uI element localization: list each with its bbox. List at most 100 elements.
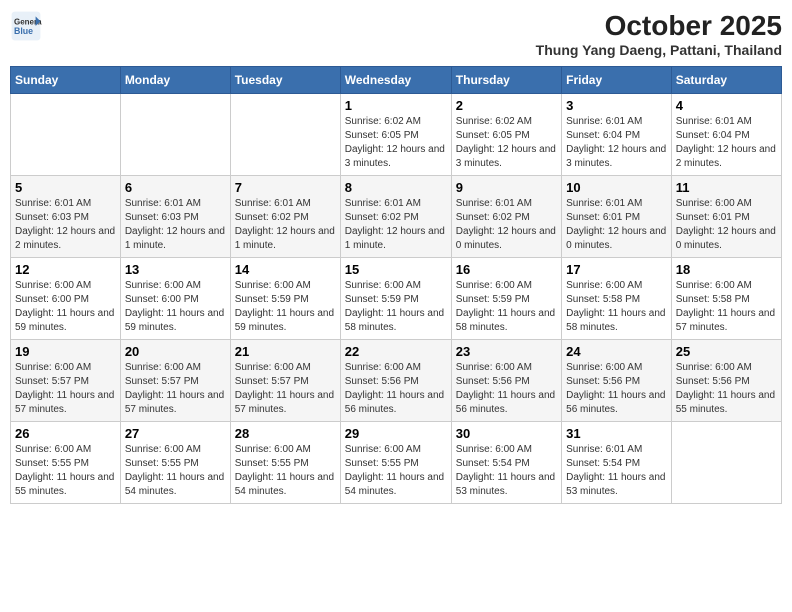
calendar-cell: 27 Sunrise: 6:00 AM Sunset: 5:55 PM Dayli… (120, 422, 230, 504)
day-info: Sunrise: 6:02 AM Sunset: 6:05 PM Dayligh… (456, 115, 557, 171)
day-info: Sunrise: 6:00 AM Sunset: 5:55 PM Dayligh… (345, 443, 447, 499)
day-number: 29 (345, 426, 447, 441)
title-block: October 2025 Thung Yang Daeng, Pattani, … (536, 10, 782, 58)
header-tuesday: Tuesday (230, 67, 340, 94)
logo-icon: General Blue (10, 10, 42, 42)
day-number: 26 (15, 426, 116, 441)
calendar-week-row: 1 Sunrise: 6:02 AM Sunset: 6:05 PM Daylig… (11, 94, 782, 176)
day-number: 2 (456, 98, 557, 113)
calendar-cell (11, 94, 121, 176)
page-header: General Blue October 2025 Thung Yang Dae… (10, 10, 782, 58)
day-number: 8 (345, 180, 447, 195)
day-info: Sunrise: 6:00 AM Sunset: 5:56 PM Dayligh… (566, 361, 667, 417)
day-number: 18 (676, 262, 777, 277)
day-info: Sunrise: 6:02 AM Sunset: 6:05 PM Dayligh… (345, 115, 447, 171)
calendar-cell: 22 Sunrise: 6:00 AM Sunset: 5:56 PM Dayli… (340, 340, 451, 422)
calendar-cell: 19 Sunrise: 6:00 AM Sunset: 5:57 PM Dayli… (11, 340, 121, 422)
day-info: Sunrise: 6:00 AM Sunset: 5:57 PM Dayligh… (235, 361, 336, 417)
day-number: 23 (456, 344, 557, 359)
day-number: 17 (566, 262, 667, 277)
day-number: 3 (566, 98, 667, 113)
day-number: 4 (676, 98, 777, 113)
day-info: Sunrise: 6:00 AM Sunset: 5:59 PM Dayligh… (345, 279, 447, 335)
calendar-cell: 14 Sunrise: 6:00 AM Sunset: 5:59 PM Dayli… (230, 258, 340, 340)
day-info: Sunrise: 6:01 AM Sunset: 6:02 PM Dayligh… (235, 197, 336, 253)
calendar-cell: 11Sunrise: 6:00 AM Sunset: 6:01 PM Dayli… (671, 176, 781, 258)
calendar-cell: 3 Sunrise: 6:01 AM Sunset: 6:04 PM Daylig… (562, 94, 672, 176)
day-info: Sunrise: 6:00 AM Sunset: 5:57 PM Dayligh… (15, 361, 116, 417)
calendar-cell: 10Sunrise: 6:01 AM Sunset: 6:01 PM Dayli… (562, 176, 672, 258)
calendar-cell (671, 422, 781, 504)
day-info: Sunrise: 6:00 AM Sunset: 5:59 PM Dayligh… (456, 279, 557, 335)
day-info: Sunrise: 6:00 AM Sunset: 5:54 PM Dayligh… (456, 443, 557, 499)
logo: General Blue (10, 10, 42, 42)
calendar-cell: 2 Sunrise: 6:02 AM Sunset: 6:05 PM Daylig… (451, 94, 561, 176)
calendar-cell: 6Sunrise: 6:01 AM Sunset: 6:03 PM Daylig… (120, 176, 230, 258)
calendar-cell: 8 Sunrise: 6:01 AM Sunset: 6:02 PM Daylig… (340, 176, 451, 258)
day-number: 30 (456, 426, 557, 441)
day-number: 19 (15, 344, 116, 359)
day-number: 22 (345, 344, 447, 359)
day-number: 1 (345, 98, 447, 113)
day-info: Sunrise: 6:00 AM Sunset: 5:56 PM Dayligh… (456, 361, 557, 417)
day-number: 15 (345, 262, 447, 277)
day-info: Sunrise: 6:00 AM Sunset: 5:56 PM Dayligh… (676, 361, 777, 417)
day-info: Sunrise: 6:00 AM Sunset: 5:56 PM Dayligh… (345, 361, 447, 417)
day-number: 21 (235, 344, 336, 359)
calendar-cell: 25 Sunrise: 6:00 AM Sunset: 5:56 PM Dayli… (671, 340, 781, 422)
page-title: October 2025 (536, 10, 782, 42)
calendar-cell: 23 Sunrise: 6:00 AM Sunset: 5:56 PM Dayli… (451, 340, 561, 422)
calendar-cell: 28Sunrise: 6:00 AM Sunset: 5:55 PM Dayli… (230, 422, 340, 504)
calendar-cell: 26 Sunrise: 6:00 AM Sunset: 5:55 PM Dayli… (11, 422, 121, 504)
day-number: 27 (125, 426, 226, 441)
day-info: Sunrise: 6:00 AM Sunset: 5:58 PM Dayligh… (566, 279, 667, 335)
day-number: 25 (676, 344, 777, 359)
day-info: Sunrise: 6:01 AM Sunset: 6:03 PM Dayligh… (125, 197, 226, 253)
calendar-cell: 15 Sunrise: 6:00 AM Sunset: 5:59 PM Dayli… (340, 258, 451, 340)
day-info: Sunrise: 6:00 AM Sunset: 5:58 PM Dayligh… (676, 279, 777, 335)
calendar-cell: 9Sunrise: 6:01 AM Sunset: 6:02 PM Daylig… (451, 176, 561, 258)
calendar-cell: 24Sunrise: 6:00 AM Sunset: 5:56 PM Dayli… (562, 340, 672, 422)
day-number: 28 (235, 426, 336, 441)
calendar-cell: 1 Sunrise: 6:02 AM Sunset: 6:05 PM Daylig… (340, 94, 451, 176)
day-number: 9 (456, 180, 557, 195)
calendar-table: SundayMondayTuesdayWednesdayThursdayFrid… (10, 66, 782, 504)
calendar-week-row: 5 Sunrise: 6:01 AM Sunset: 6:03 PM Daylig… (11, 176, 782, 258)
header-thursday: Thursday (451, 67, 561, 94)
calendar-cell: 7Sunrise: 6:01 AM Sunset: 6:02 PM Daylig… (230, 176, 340, 258)
day-info: Sunrise: 6:00 AM Sunset: 5:55 PM Dayligh… (125, 443, 226, 499)
day-number: 5 (15, 180, 116, 195)
header-friday: Friday (562, 67, 672, 94)
calendar-cell: 16 Sunrise: 6:00 AM Sunset: 5:59 PM Dayli… (451, 258, 561, 340)
day-number: 20 (125, 344, 226, 359)
day-info: Sunrise: 6:00 AM Sunset: 5:55 PM Dayligh… (15, 443, 116, 499)
calendar-cell: 18 Sunrise: 6:00 AM Sunset: 5:58 PM Dayli… (671, 258, 781, 340)
day-info: Sunrise: 6:00 AM Sunset: 5:57 PM Dayligh… (125, 361, 226, 417)
svg-text:Blue: Blue (14, 26, 33, 36)
day-info: Sunrise: 6:01 AM Sunset: 6:03 PM Dayligh… (15, 197, 116, 253)
day-number: 16 (456, 262, 557, 277)
day-info: Sunrise: 6:00 AM Sunset: 5:59 PM Dayligh… (235, 279, 336, 335)
calendar-cell: 5 Sunrise: 6:01 AM Sunset: 6:03 PM Daylig… (11, 176, 121, 258)
day-number: 31 (566, 426, 667, 441)
header-monday: Monday (120, 67, 230, 94)
day-number: 10 (566, 180, 667, 195)
calendar-cell: 20 Sunrise: 6:00 AM Sunset: 5:57 PM Dayli… (120, 340, 230, 422)
day-info: Sunrise: 6:00 AM Sunset: 6:00 PM Dayligh… (125, 279, 226, 335)
day-number: 14 (235, 262, 336, 277)
calendar-cell: 4Sunrise: 6:01 AM Sunset: 6:04 PM Daylig… (671, 94, 781, 176)
calendar-week-row: 12 Sunrise: 6:00 AM Sunset: 6:00 PM Dayli… (11, 258, 782, 340)
calendar-week-row: 19 Sunrise: 6:00 AM Sunset: 5:57 PM Dayli… (11, 340, 782, 422)
calendar-cell: 29 Sunrise: 6:00 AM Sunset: 5:55 PM Dayli… (340, 422, 451, 504)
day-info: Sunrise: 6:01 AM Sunset: 6:02 PM Dayligh… (345, 197, 447, 253)
day-info: Sunrise: 6:01 AM Sunset: 6:04 PM Dayligh… (566, 115, 667, 171)
day-number: 12 (15, 262, 116, 277)
day-info: Sunrise: 6:01 AM Sunset: 5:54 PM Dayligh… (566, 443, 667, 499)
calendar-cell: 17 Sunrise: 6:00 AM Sunset: 5:58 PM Dayli… (562, 258, 672, 340)
page-subtitle: Thung Yang Daeng, Pattani, Thailand (536, 42, 782, 58)
day-number: 11 (676, 180, 777, 195)
day-number: 13 (125, 262, 226, 277)
header-sunday: Sunday (11, 67, 121, 94)
calendar-cell: 30 Sunrise: 6:00 AM Sunset: 5:54 PM Dayli… (451, 422, 561, 504)
calendar-cell: 21 Sunrise: 6:00 AM Sunset: 5:57 PM Dayli… (230, 340, 340, 422)
